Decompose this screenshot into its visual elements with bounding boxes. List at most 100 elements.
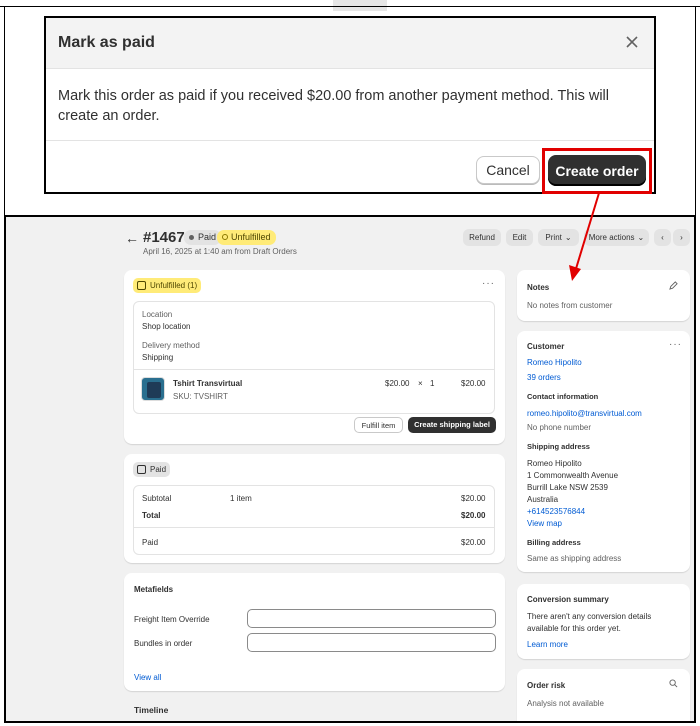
badge-label: Unfulfilled bbox=[231, 232, 271, 242]
refund-button[interactable]: Refund bbox=[463, 229, 501, 246]
print-button[interactable]: Print ⌄ bbox=[538, 229, 579, 246]
view-all-link[interactable]: View all bbox=[134, 673, 161, 682]
divider bbox=[4, 6, 5, 216]
more-options-icon[interactable]: ··· bbox=[669, 339, 682, 350]
total-label: Total bbox=[142, 511, 161, 520]
quantity: 1 bbox=[430, 379, 435, 388]
subtotal-label: Subtotal bbox=[142, 494, 172, 503]
shipping-phone-link[interactable]: +614523576844 bbox=[527, 507, 585, 516]
customer-orders-link[interactable]: 39 orders bbox=[527, 373, 561, 382]
unfulfilled-count-badge: Unfulfilled (1) bbox=[133, 278, 202, 293]
paid-label: Paid bbox=[142, 538, 159, 547]
order-number: #1467 bbox=[143, 229, 185, 246]
badge-label: Unfulfilled (1) bbox=[150, 281, 198, 290]
more-actions-label: More actions bbox=[588, 233, 635, 242]
next-order-button[interactable]: › bbox=[673, 229, 690, 246]
badge-label: Paid bbox=[198, 232, 217, 242]
unit-price: $20.00 bbox=[385, 379, 410, 388]
notes-empty-text: No notes from customer bbox=[527, 301, 613, 310]
order-risk-card: Order risk Analysis not available bbox=[517, 669, 690, 721]
shipping-address-line: Burrill Lake NSW 2539 bbox=[527, 483, 608, 492]
shipping-address-line: 1 Commonwealth Avenue bbox=[527, 471, 619, 480]
badge-label: Paid bbox=[150, 465, 167, 474]
subtotal-items: 1 item bbox=[230, 494, 252, 503]
order-risk-title: Order risk bbox=[527, 681, 566, 690]
chevron-right-icon: › bbox=[680, 233, 683, 242]
create-shipping-label-button[interactable]: Create shipping label bbox=[408, 417, 496, 433]
package-icon bbox=[137, 281, 146, 290]
more-options-icon[interactable]: ··· bbox=[482, 278, 495, 289]
shipping-address-line: Australia bbox=[527, 495, 559, 504]
modal-header: Mark as paid bbox=[46, 18, 654, 69]
location-label: Location bbox=[142, 310, 173, 319]
receipt-icon bbox=[137, 465, 146, 474]
order-page: ← #1467 Paid Unfulfilled April 16, 2025 … bbox=[4, 215, 696, 723]
fulfillment-card: Unfulfilled (1) ··· Location Shop locati… bbox=[124, 270, 505, 444]
customer-card: Customer ··· Romeo Hipolito 39 orders Co… bbox=[517, 331, 690, 572]
timeline-title: Timeline bbox=[134, 705, 169, 715]
paid-badge: Paid bbox=[133, 462, 171, 477]
back-arrow-icon[interactable]: ← bbox=[125, 230, 139, 246]
freight-item-override-label: Freight Item Override bbox=[134, 615, 210, 624]
conversion-summary-card: Conversion summary There aren't any conv… bbox=[517, 584, 690, 659]
order-risk-text: Analysis not available bbox=[527, 699, 604, 708]
conversion-text-line: There aren't any conversion details bbox=[527, 612, 652, 621]
freight-item-override-input[interactable] bbox=[247, 609, 496, 628]
mark-as-paid-modal: Mark as paid Mark this order as paid if … bbox=[44, 16, 656, 194]
location-value: Shop location bbox=[142, 322, 191, 331]
cancel-button[interactable]: Cancel bbox=[476, 156, 540, 184]
chevron-down-icon: ⌄ bbox=[564, 233, 572, 242]
create-order-button[interactable]: Create order bbox=[548, 155, 646, 186]
fulfill-item-button[interactable]: Fulfill item bbox=[354, 417, 403, 433]
pencil-icon[interactable] bbox=[669, 281, 678, 290]
divider bbox=[46, 140, 654, 141]
close-icon[interactable] bbox=[624, 34, 640, 50]
customer-phone: No phone number bbox=[527, 423, 592, 432]
edit-button[interactable]: Edit bbox=[506, 229, 533, 246]
print-label: Print bbox=[545, 233, 562, 242]
risk-analysis-icon[interactable] bbox=[669, 679, 678, 688]
highlight-box: Create order bbox=[542, 148, 652, 194]
payment-summary: Subtotal 1 item $20.00 Total $20.00 Paid… bbox=[133, 485, 495, 555]
previous-order-button[interactable]: ‹ bbox=[654, 229, 671, 246]
metafields-card: Metafields Freight Item Override Bundles… bbox=[124, 573, 505, 691]
circle-icon bbox=[222, 234, 228, 240]
modal-title: Mark as paid bbox=[58, 34, 155, 51]
order-subtitle: April 16, 2025 at 1:40 am from Draft Ord… bbox=[143, 247, 297, 256]
billing-address-title: Billing address bbox=[527, 538, 581, 547]
shipping-address-line: Romeo Hipolito bbox=[527, 459, 582, 468]
metafields-title: Metafields bbox=[134, 585, 174, 594]
divider bbox=[134, 527, 494, 528]
bundles-in-order-input[interactable] bbox=[247, 633, 496, 652]
product-sku: SKU: TVSHIRT bbox=[173, 392, 228, 401]
fulfillment-details: Location Shop location Delivery method S… bbox=[133, 301, 495, 414]
customer-title: Customer bbox=[527, 342, 565, 351]
shipping-address-title: Shipping address bbox=[527, 442, 590, 451]
delivery-method-label: Delivery method bbox=[142, 341, 200, 350]
view-map-link[interactable]: View map bbox=[527, 519, 562, 528]
modal-body-text: Mark this order as paid if you received … bbox=[58, 88, 609, 124]
chevron-down-icon: ⌄ bbox=[637, 233, 645, 242]
delivery-method-value: Shipping bbox=[142, 353, 174, 362]
conversion-summary-title: Conversion summary bbox=[527, 595, 609, 604]
conversion-text-line: available for this order yet. bbox=[527, 624, 621, 633]
customer-email-link[interactable]: romeo.hipolito@transvirtual.com bbox=[527, 409, 642, 418]
chevron-left-icon: ‹ bbox=[661, 233, 664, 242]
learn-more-link[interactable]: Learn more bbox=[527, 640, 568, 649]
product-name[interactable]: Tshirt Transvirtual bbox=[173, 379, 242, 388]
paid-value: $20.00 bbox=[461, 538, 486, 547]
customer-name-link[interactable]: Romeo Hipolito bbox=[527, 358, 582, 367]
times-sign: × bbox=[418, 379, 423, 388]
more-actions-button[interactable]: More actions ⌄ bbox=[584, 229, 649, 246]
contact-info-title: Contact information bbox=[527, 392, 599, 401]
dot-icon bbox=[189, 235, 194, 240]
notes-title: Notes bbox=[527, 283, 550, 292]
subtotal-value: $20.00 bbox=[461, 494, 486, 503]
bundles-in-order-label: Bundles in order bbox=[134, 639, 193, 648]
product-image[interactable] bbox=[141, 377, 165, 401]
notes-card: Notes No notes from customer bbox=[517, 270, 690, 321]
payment-card: Paid Subtotal 1 item $20.00 Total $20.00… bbox=[124, 454, 505, 563]
divider bbox=[134, 369, 494, 370]
line-total: $20.00 bbox=[461, 379, 486, 388]
total-value: $20.00 bbox=[461, 511, 486, 520]
